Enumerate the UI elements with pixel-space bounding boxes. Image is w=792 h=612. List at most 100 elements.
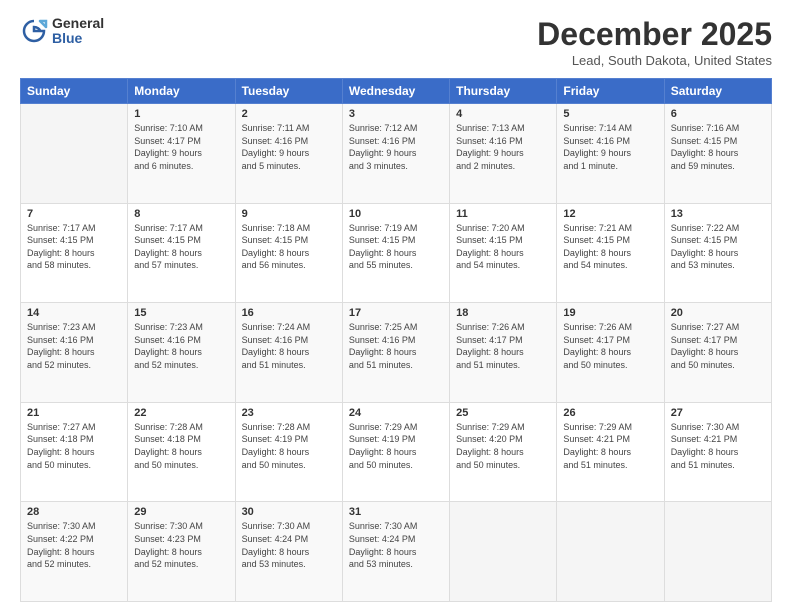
calendar-cell: 6Sunrise: 7:16 AM Sunset: 4:15 PM Daylig…	[664, 104, 771, 204]
day-number: 26	[563, 407, 657, 419]
calendar-cell: 12 Sunrise: 7:21 AM Sunset: 4:15 PM Dayli…	[557, 203, 664, 303]
day-info: Sunrise: 7:24 AM Sunset: 4:16 PM Dayligh…	[242, 321, 336, 371]
calendar-week-2: 7 Sunrise: 7:17 AM Sunset: 4:15 PM Daylig…	[21, 203, 772, 303]
day-number: 7	[27, 208, 121, 220]
calendar-cell: 20Sunrise: 7:27 AM Sunset: 4:17 PM Dayli…	[664, 303, 771, 403]
day-info: Sunrise: 7:29 AM Sunset: 4:21 PM Dayligh…	[563, 421, 657, 471]
calendar-cell: 31 Sunrise: 7:30 AM Sunset: 4:24 PM Dayli…	[342, 502, 449, 602]
calendar-cell: 24 Sunrise: 7:29 AM Sunset: 4:19 PM Dayli…	[342, 402, 449, 502]
calendar-cell: 17 Sunrise: 7:25 AM Sunset: 4:16 PM Dayli…	[342, 303, 449, 403]
calendar-cell: 9 Sunrise: 7:18 AM Sunset: 4:15 PM Daylig…	[235, 203, 342, 303]
day-number: 19	[563, 307, 657, 319]
day-info: Sunrise: 7:30 AM Sunset: 4:22 PM Dayligh…	[27, 520, 121, 570]
calendar-week-1: 1Sunrise: 7:10 AM Sunset: 4:17 PM Daylig…	[21, 104, 772, 204]
day-info: Sunrise: 7:12 AM Sunset: 4:16 PM Dayligh…	[349, 122, 443, 172]
calendar-cell: 27 Sunrise: 7:30 AM Sunset: 4:21 PM Dayli…	[664, 402, 771, 502]
calendar-cell: 26 Sunrise: 7:29 AM Sunset: 4:21 PM Dayli…	[557, 402, 664, 502]
calendar-cell: 14Sunrise: 7:23 AM Sunset: 4:16 PM Dayli…	[21, 303, 128, 403]
day-number: 18	[456, 307, 550, 319]
day-number: 9	[242, 208, 336, 220]
calendar-cell: 15Sunrise: 7:23 AM Sunset: 4:16 PM Dayli…	[128, 303, 235, 403]
calendar-cell	[21, 104, 128, 204]
logo-text: General Blue	[52, 16, 104, 47]
day-number: 27	[671, 407, 765, 419]
day-info: Sunrise: 7:17 AM Sunset: 4:15 PM Dayligh…	[27, 222, 121, 272]
day-info: Sunrise: 7:29 AM Sunset: 4:19 PM Dayligh…	[349, 421, 443, 471]
day-number: 11	[456, 208, 550, 220]
day-number: 3	[349, 108, 443, 120]
calendar-week-5: 28 Sunrise: 7:30 AM Sunset: 4:22 PM Dayli…	[21, 502, 772, 602]
day-number: 16	[242, 307, 336, 319]
day-info: Sunrise: 7:18 AM Sunset: 4:15 PM Dayligh…	[242, 222, 336, 272]
calendar-week-3: 14Sunrise: 7:23 AM Sunset: 4:16 PM Dayli…	[21, 303, 772, 403]
calendar-page: General Blue December 2025 Lead, South D…	[0, 0, 792, 612]
calendar-cell	[557, 502, 664, 602]
day-info: Sunrise: 7:16 AM Sunset: 4:15 PM Dayligh…	[671, 122, 765, 172]
calendar-cell	[664, 502, 771, 602]
day-number: 12	[563, 208, 657, 220]
day-info: Sunrise: 7:13 AM Sunset: 4:16 PM Dayligh…	[456, 122, 550, 172]
day-info: Sunrise: 7:29 AM Sunset: 4:20 PM Dayligh…	[456, 421, 550, 471]
calendar-cell: 25 Sunrise: 7:29 AM Sunset: 4:20 PM Dayli…	[450, 402, 557, 502]
day-number: 23	[242, 407, 336, 419]
calendar-cell: 19 Sunrise: 7:26 AM Sunset: 4:17 PM Dayli…	[557, 303, 664, 403]
header-wednesday: Wednesday	[342, 79, 449, 104]
day-info: Sunrise: 7:27 AM Sunset: 4:17 PM Dayligh…	[671, 321, 765, 371]
day-number: 4	[456, 108, 550, 120]
day-number: 10	[349, 208, 443, 220]
calendar-table: Sunday Monday Tuesday Wednesday Thursday…	[20, 78, 772, 602]
logo-icon	[20, 17, 48, 45]
day-info: Sunrise: 7:25 AM Sunset: 4:16 PM Dayligh…	[349, 321, 443, 371]
day-number: 21	[27, 407, 121, 419]
day-info: Sunrise: 7:30 AM Sunset: 4:24 PM Dayligh…	[242, 520, 336, 570]
day-number: 13	[671, 208, 765, 220]
calendar-cell: 8Sunrise: 7:17 AM Sunset: 4:15 PM Daylig…	[128, 203, 235, 303]
day-info: Sunrise: 7:11 AM Sunset: 4:16 PM Dayligh…	[242, 122, 336, 172]
calendar-cell: 5Sunrise: 7:14 AM Sunset: 4:16 PM Daylig…	[557, 104, 664, 204]
calendar-cell: 13 Sunrise: 7:22 AM Sunset: 4:15 PM Dayli…	[664, 203, 771, 303]
day-number: 24	[349, 407, 443, 419]
day-info: Sunrise: 7:28 AM Sunset: 4:18 PM Dayligh…	[134, 421, 228, 471]
calendar-cell: 11 Sunrise: 7:20 AM Sunset: 4:15 PM Dayli…	[450, 203, 557, 303]
day-number: 14	[27, 307, 121, 319]
day-number: 31	[349, 506, 443, 518]
logo: General Blue	[20, 16, 104, 47]
header-tuesday: Tuesday	[235, 79, 342, 104]
day-info: Sunrise: 7:21 AM Sunset: 4:15 PM Dayligh…	[563, 222, 657, 272]
calendar-cell	[450, 502, 557, 602]
calendar-cell: 7 Sunrise: 7:17 AM Sunset: 4:15 PM Daylig…	[21, 203, 128, 303]
day-number: 17	[349, 307, 443, 319]
header-saturday: Saturday	[664, 79, 771, 104]
day-info: Sunrise: 7:19 AM Sunset: 4:15 PM Dayligh…	[349, 222, 443, 272]
day-number: 1	[134, 108, 228, 120]
calendar-cell: 21Sunrise: 7:27 AM Sunset: 4:18 PM Dayli…	[21, 402, 128, 502]
logo-blue-text: Blue	[52, 31, 104, 46]
day-info: Sunrise: 7:30 AM Sunset: 4:21 PM Dayligh…	[671, 421, 765, 471]
calendar-cell: 10 Sunrise: 7:19 AM Sunset: 4:15 PM Dayli…	[342, 203, 449, 303]
header-thursday: Thursday	[450, 79, 557, 104]
calendar-cell: 23Sunrise: 7:28 AM Sunset: 4:19 PM Dayli…	[235, 402, 342, 502]
day-info: Sunrise: 7:22 AM Sunset: 4:15 PM Dayligh…	[671, 222, 765, 272]
location: Lead, South Dakota, United States	[537, 53, 772, 68]
day-info: Sunrise: 7:20 AM Sunset: 4:15 PM Dayligh…	[456, 222, 550, 272]
calendar-cell: 18 Sunrise: 7:26 AM Sunset: 4:17 PM Dayli…	[450, 303, 557, 403]
header: General Blue December 2025 Lead, South D…	[20, 16, 772, 68]
day-number: 22	[134, 407, 228, 419]
day-number: 28	[27, 506, 121, 518]
day-info: Sunrise: 7:26 AM Sunset: 4:17 PM Dayligh…	[456, 321, 550, 371]
month-title: December 2025	[537, 16, 772, 53]
calendar-cell: 4 Sunrise: 7:13 AM Sunset: 4:16 PM Daylig…	[450, 104, 557, 204]
header-monday: Monday	[128, 79, 235, 104]
header-friday: Friday	[557, 79, 664, 104]
calendar-week-4: 21Sunrise: 7:27 AM Sunset: 4:18 PM Dayli…	[21, 402, 772, 502]
header-sunday: Sunday	[21, 79, 128, 104]
day-number: 29	[134, 506, 228, 518]
calendar-cell: 28 Sunrise: 7:30 AM Sunset: 4:22 PM Dayli…	[21, 502, 128, 602]
day-number: 25	[456, 407, 550, 419]
day-info: Sunrise: 7:14 AM Sunset: 4:16 PM Dayligh…	[563, 122, 657, 172]
day-number: 2	[242, 108, 336, 120]
day-info: Sunrise: 7:30 AM Sunset: 4:24 PM Dayligh…	[349, 520, 443, 570]
title-block: December 2025 Lead, South Dakota, United…	[537, 16, 772, 68]
day-info: Sunrise: 7:30 AM Sunset: 4:23 PM Dayligh…	[134, 520, 228, 570]
day-info: Sunrise: 7:26 AM Sunset: 4:17 PM Dayligh…	[563, 321, 657, 371]
